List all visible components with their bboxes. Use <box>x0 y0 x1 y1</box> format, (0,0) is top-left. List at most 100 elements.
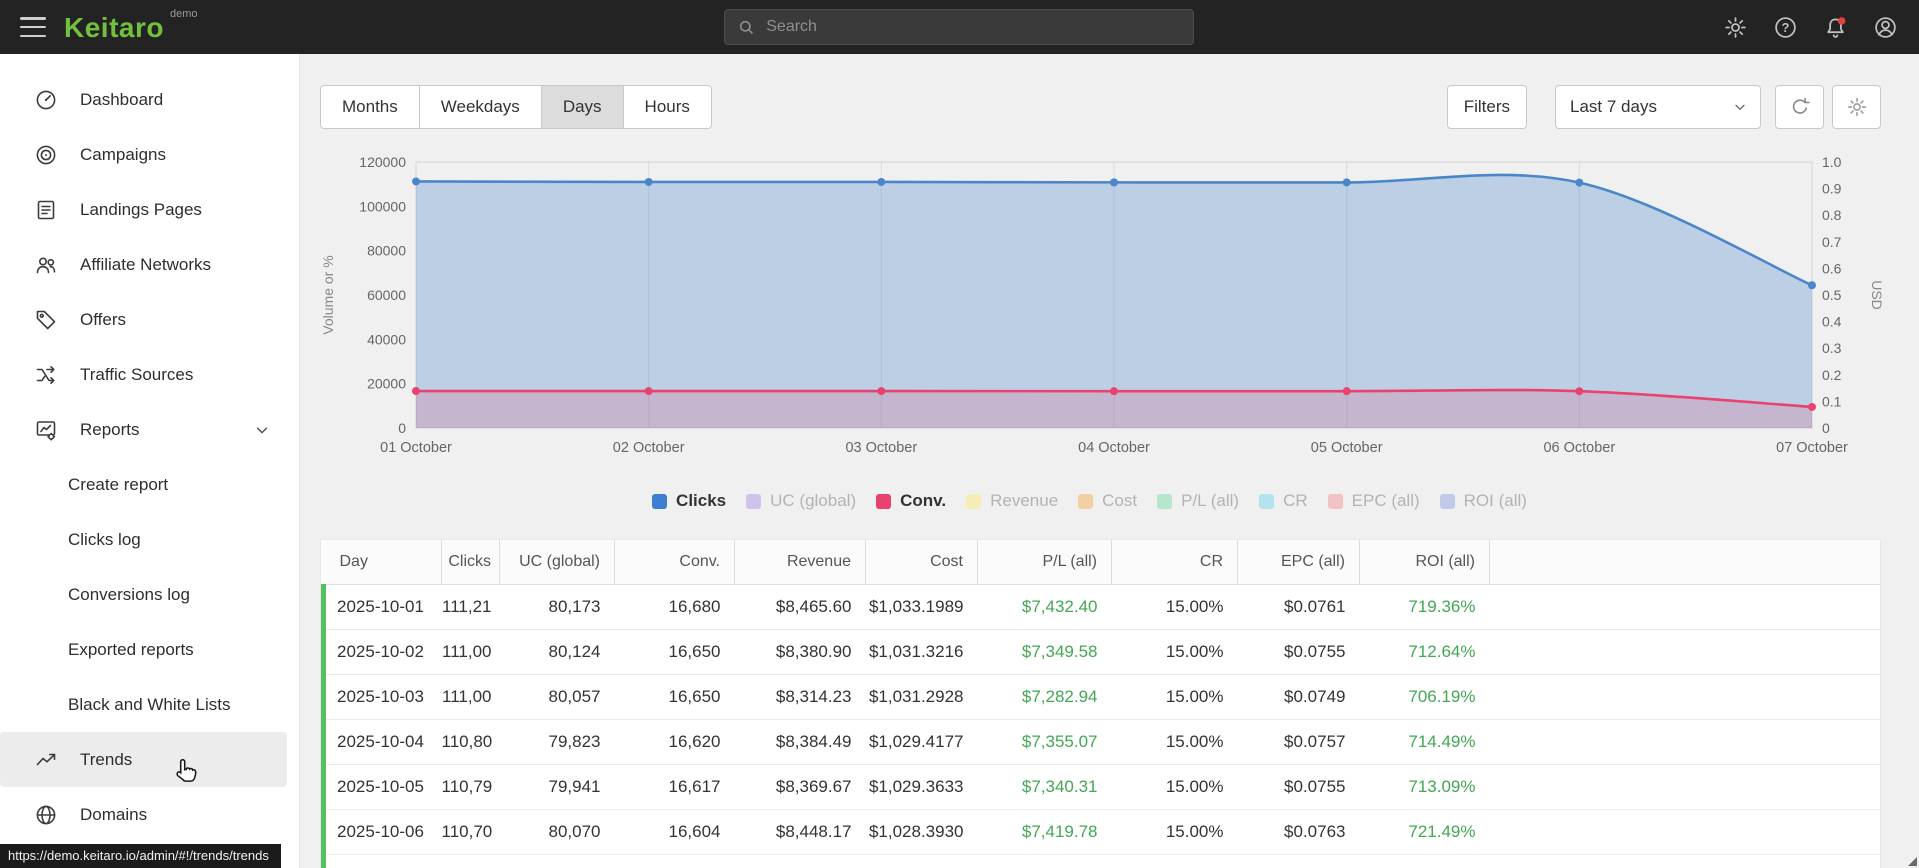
svg-text:0.5: 0.5 <box>1822 287 1842 303</box>
legend-item-clicks[interactable]: Clicks <box>652 491 726 511</box>
col-header-conv[interactable]: Conv. <box>614 540 735 585</box>
global-search[interactable] <box>724 9 1195 45</box>
cell-revenue: $8,410.88 <box>734 854 866 868</box>
cell-filler <box>1489 584 1880 630</box>
help-icon: ? <box>1774 16 1796 38</box>
tab-hours[interactable]: Hours <box>622 85 712 129</box>
sidebar-item-affiliate-networks[interactable]: Affiliate Networks <box>0 237 299 292</box>
table-row: 2025-10-06 110,70 80,070 16,604 $8,448.17 $1,… <box>321 809 1880 855</box>
legend-swatch <box>1327 493 1343 509</box>
domains-icon <box>34 803 58 827</box>
cell-cr: 15.00% <box>1111 854 1238 868</box>
legend-swatch <box>1078 493 1094 509</box>
col-header-revenue[interactable]: Revenue <box>734 540 866 585</box>
tab-weekdays[interactable]: Weekdays <box>418 85 542 129</box>
cell-epc-all: $0.0757 <box>1237 719 1360 765</box>
legend-item-conv[interactable]: Conv. <box>876 491 946 511</box>
sidebar-item-label: Dashboard <box>80 89 164 109</box>
brand-logo[interactable]: Keitaro <box>64 14 164 42</box>
col-header-p-l-all[interactable]: P/L (all) <box>977 540 1112 585</box>
cell-p-l-all: $7,432.40 <box>977 584 1112 630</box>
sidebar-item-clicks-log[interactable]: Clicks log <box>0 512 299 567</box>
col-header-cost[interactable]: Cost <box>865 540 978 585</box>
cell-cost: $1,017.3069 <box>865 854 978 868</box>
cell-cost: $1,033.1989 <box>865 584 978 630</box>
legend-item-cost[interactable]: Cost <box>1078 491 1137 511</box>
cell-p-l-all: $7,282.94 <box>977 674 1112 720</box>
cell-cr: 15.00% <box>1111 674 1238 720</box>
filters-button[interactable]: Filters <box>1446 85 1527 129</box>
sidebar-item-traffic-sources[interactable]: Traffic Sources <box>0 347 299 402</box>
sidebar-item-black-and-white-lists[interactable]: Black and White Lists <box>0 677 299 732</box>
legend-swatch <box>876 493 892 509</box>
svg-text:04 October: 04 October <box>1078 440 1150 456</box>
legend-item-uc-global[interactable]: UC (global) <box>746 491 856 511</box>
chevron-down-icon[interactable] <box>253 421 271 439</box>
refresh-button[interactable] <box>1775 85 1824 129</box>
cell-filler <box>1489 674 1880 720</box>
col-header-roi-all[interactable]: ROI (all) <box>1359 540 1490 585</box>
sidebar-item-create-report[interactable]: Create report <box>0 457 299 512</box>
sidebar-item-campaigns[interactable]: Campaigns <box>0 127 299 182</box>
sidebar-item-domains[interactable]: Domains <box>0 787 299 842</box>
legend-item-revenue[interactable]: Revenue <box>966 491 1058 511</box>
sidebar-item-landings-pages[interactable]: Landings Pages <box>0 182 299 237</box>
col-header-day[interactable]: Day <box>323 540 442 585</box>
col-header-uc-global[interactable]: UC (global) <box>499 540 615 585</box>
cell-clicks: 110,79 <box>441 764 500 810</box>
chart-settings-button[interactable] <box>1832 85 1881 129</box>
settings-button[interactable] <box>1721 13 1749 41</box>
sidebar-item-label: Exported reports <box>68 639 194 659</box>
col-header-epc-all[interactable]: EPC (all) <box>1237 540 1360 585</box>
col-header-clicks[interactable]: Clicks <box>441 540 500 585</box>
sidebar-item-dashboard[interactable]: Dashboard <box>0 72 299 127</box>
reports-icon <box>34 418 58 442</box>
legend-label: Clicks <box>676 491 727 510</box>
hamburger-menu-icon[interactable] <box>20 17 46 37</box>
cell-filler <box>1489 629 1880 675</box>
search-input[interactable] <box>766 18 1182 36</box>
sidebar-item-conversions-log[interactable]: Conversions log <box>0 567 299 622</box>
cell-day: 2025-10-06 <box>321 809 442 855</box>
sidebar: Dashboard Campaigns Landings Pages Affiliat… <box>0 54 300 868</box>
sidebar-item-label: Conversions log <box>68 584 190 604</box>
notifications-button[interactable] <box>1821 13 1849 41</box>
tab-months[interactable]: Months <box>320 85 420 129</box>
legend-label: Cost <box>1102 491 1138 510</box>
chart-legend: Clicks UC (global) Conv. Revenue Cost P/L (al… <box>300 491 1879 511</box>
sidebar-item-trends[interactable]: Trends <box>0 732 287 787</box>
gear-icon <box>1847 97 1866 117</box>
brand-badge: demo <box>169 8 198 20</box>
cell-uc-global: 80,070 <box>499 809 615 855</box>
cell-clicks: 111,00 <box>441 674 500 720</box>
legend-item-epc-all[interactable]: EPC (all) <box>1327 491 1420 511</box>
legend-label: EPC (all) <box>1351 491 1420 510</box>
cell-day: 2025-10-05 <box>321 764 442 810</box>
legend-item-roi-all[interactable]: ROI (all) <box>1439 491 1527 511</box>
sidebar-item-reports[interactable]: Reports <box>0 402 299 457</box>
cell-filler <box>1489 854 1880 868</box>
table-row: 2025-10-04 110,80 79,823 16,620 $8,384.49 $1,… <box>321 719 1880 765</box>
cell-revenue: $8,314.23 <box>734 674 866 720</box>
svg-text:05 October: 05 October <box>1311 440 1383 456</box>
col-header-cr[interactable]: CR <box>1111 540 1238 585</box>
sidebar-item-exported-reports[interactable]: Exported reports <box>0 622 299 677</box>
table-row: 2025-10-07111,0280,10216,653$8,410.88$1,… <box>321 854 1880 868</box>
cell-epc-all: $0.0763 <box>1237 809 1360 855</box>
legend-item-p-l-all[interactable]: P/L (all) <box>1157 491 1239 511</box>
refresh-icon <box>1792 97 1810 114</box>
cell-epc-all: $0.0749 <box>1237 674 1360 720</box>
svg-text:80000: 80000 <box>367 243 406 259</box>
sidebar-item-label: Offers <box>80 309 126 329</box>
account-button[interactable] <box>1871 13 1899 41</box>
tab-days[interactable]: Days <box>540 85 624 129</box>
sidebar-item-offers[interactable]: Offers <box>0 292 299 347</box>
legend-item-cr[interactable]: CR <box>1259 491 1308 511</box>
date-range-select[interactable]: Last 7 days <box>1555 85 1761 129</box>
legend-swatch <box>652 493 668 509</box>
help-button[interactable]: ? <box>1771 13 1799 41</box>
legend-swatch <box>966 493 982 509</box>
sidebar-item-label: Trends <box>80 749 133 769</box>
table-row: 2025-10-03 111,00 80,057 16,650 $8,314.23 $1,… <box>321 674 1880 720</box>
sidebar-item-label: Affiliate Networks <box>80 254 212 274</box>
